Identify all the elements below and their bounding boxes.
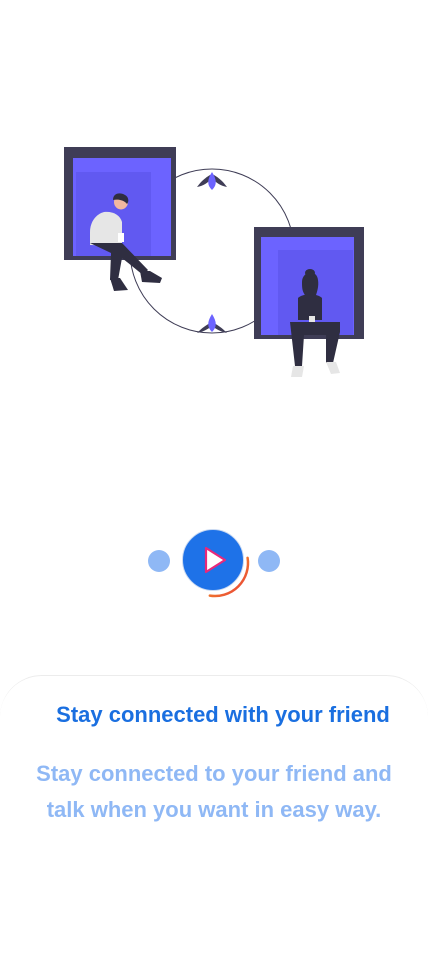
play-button[interactable] [182, 529, 244, 591]
page-dot-previous[interactable] [148, 550, 170, 572]
play-button-wrapper [179, 527, 251, 599]
page-dot-next[interactable] [258, 550, 280, 572]
onboarding-description: Stay connected to your friend and talk w… [36, 761, 392, 822]
onboarding-sheet: Stay connected with your friend Stay con… [0, 675, 428, 975]
onboarding-illustration [64, 147, 364, 377]
bottom-leaf-icon [197, 314, 227, 333]
top-leaf-icon [197, 172, 227, 190]
play-icon [204, 546, 227, 574]
onboarding-pager [0, 525, 428, 600]
onboarding-title: Stay connected with your friend [56, 702, 390, 727]
